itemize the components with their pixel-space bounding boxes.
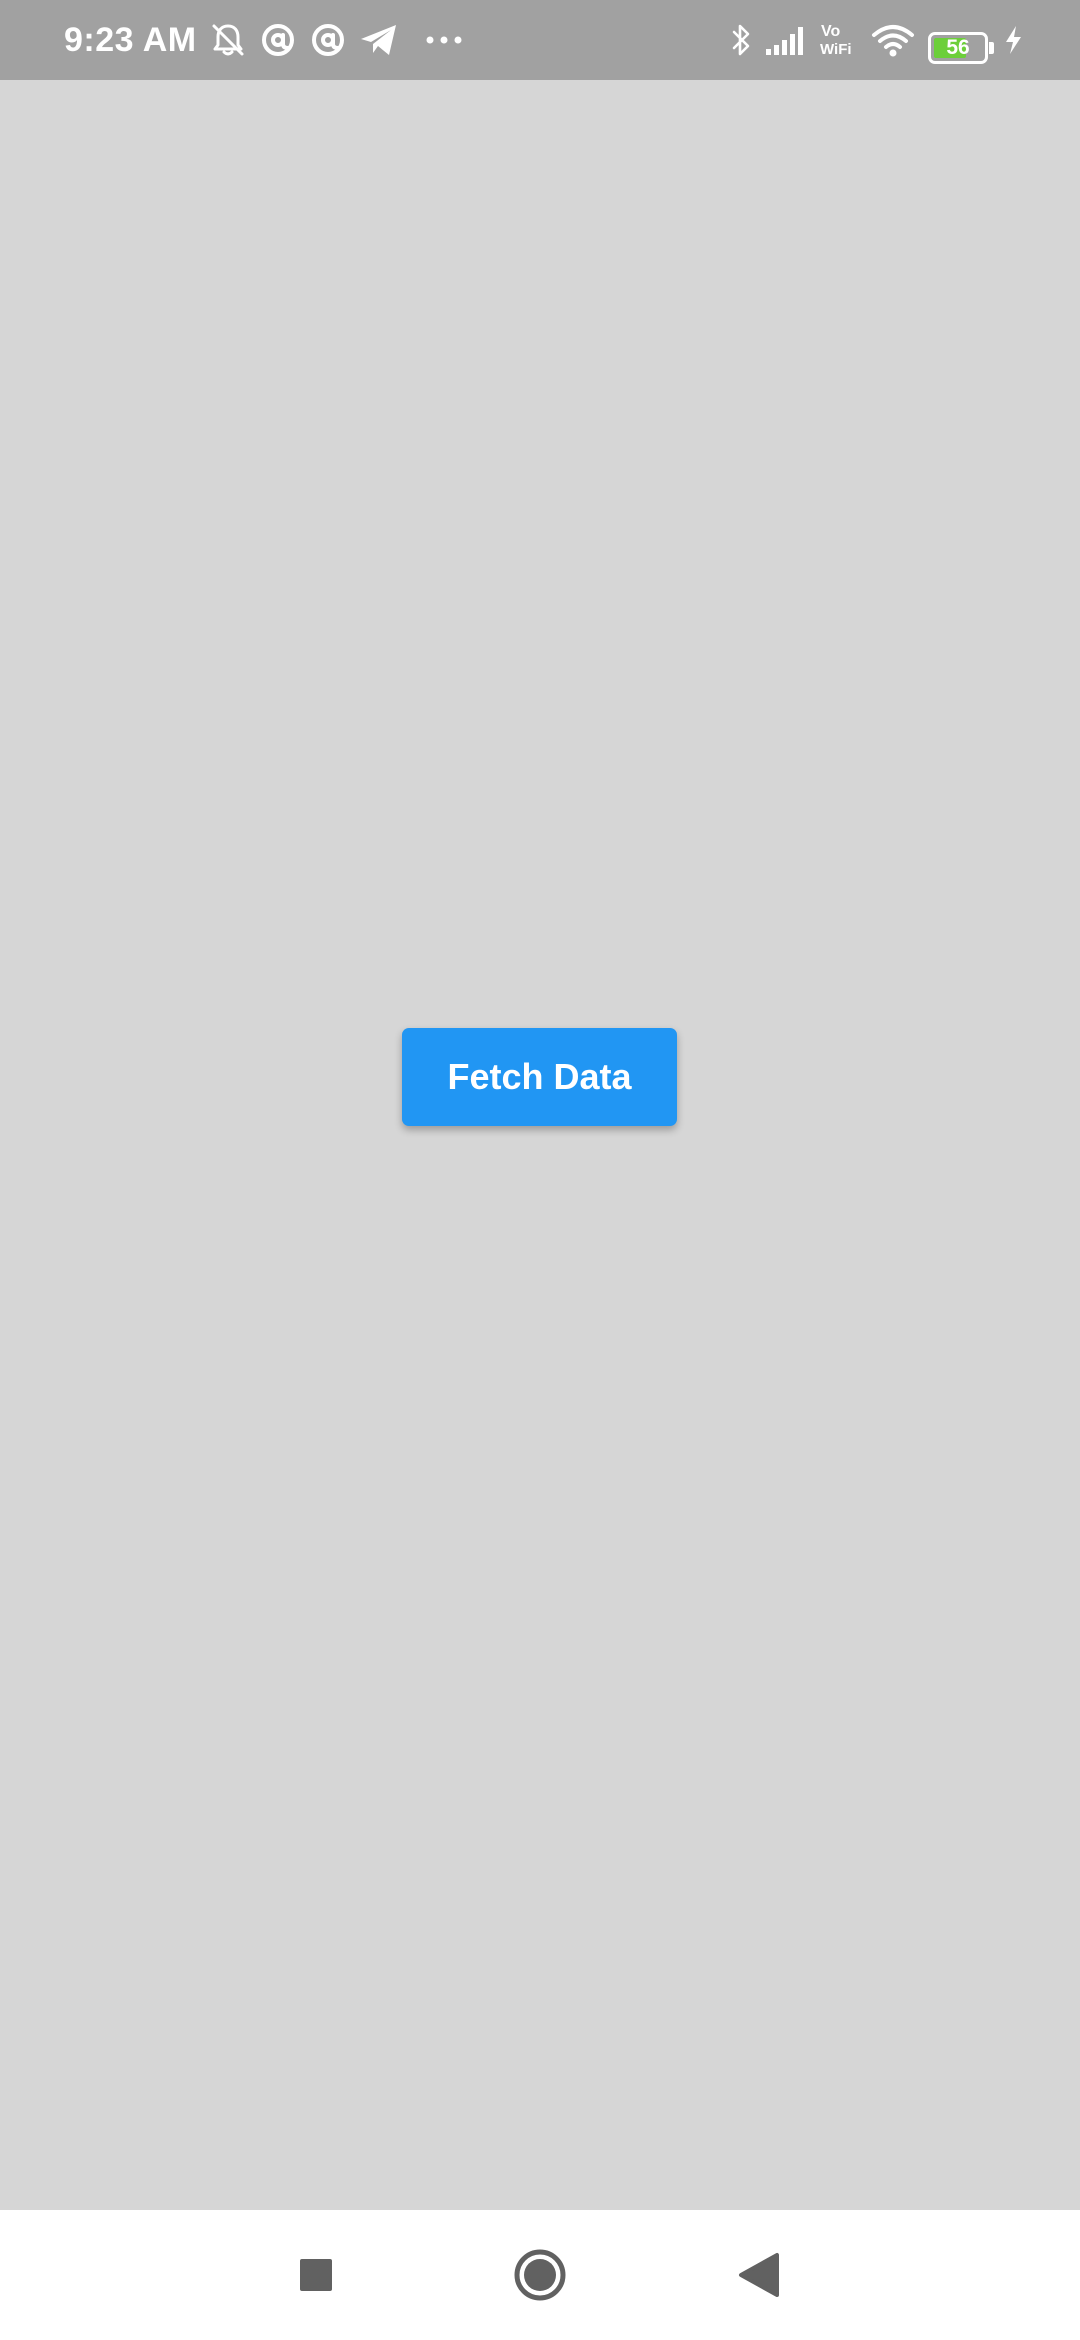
notifications-muted-icon [212,24,244,56]
fetch-data-button[interactable]: Fetch Data [402,1028,677,1126]
main-content: Fetch Data [0,80,1080,2210]
at-sign-icon [312,24,344,56]
at-sign-icon [262,24,294,56]
back-triangle-icon [739,2253,779,2297]
vowifi-label-bottom: WiFi [820,41,852,58]
wifi-icon [872,25,914,57]
bluetooth-icon [732,24,750,56]
signal-icon [766,27,803,55]
battery-nub [989,42,994,54]
telegram-icon [361,25,396,55]
charging-icon [1006,26,1021,54]
home-button[interactable] [505,2240,575,2310]
square-icon [300,2259,332,2291]
battery-icon: 56 [928,32,988,64]
battery-level: 56 [946,36,970,59]
vowifi-label-top: Vo [821,23,840,40]
more-dots-icon [426,36,462,44]
recent-apps-button[interactable] [281,2240,351,2310]
status-time: 9:23 AM [64,21,197,59]
vowifi-icon: Vo WiFi [820,23,852,58]
status-bar: 9:23 AM Vo WiFi 56 [0,0,1080,80]
back-button[interactable] [725,2240,795,2310]
navigation-bar [0,2210,1080,2340]
circle-icon [514,2249,566,2301]
